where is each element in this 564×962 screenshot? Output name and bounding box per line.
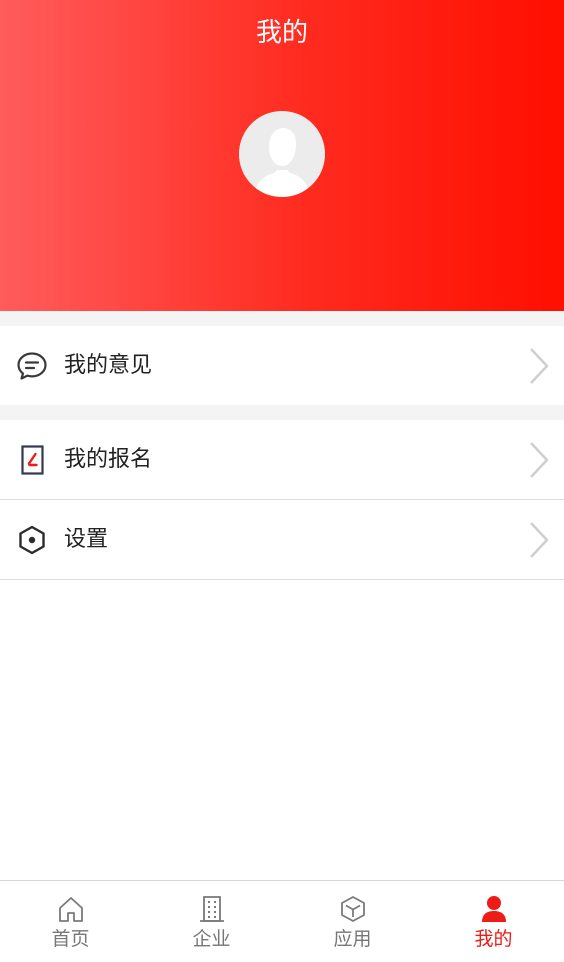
page-title: 我的 (255, 18, 308, 48)
chevron-right-icon (530, 521, 549, 558)
signup-form-icon (16, 444, 48, 476)
menu-item-label: 我的报名 (64, 446, 153, 472)
tab-home[interactable]: 首页 (0, 881, 141, 962)
profile-header: 我的 (0, 0, 564, 311)
user-icon (478, 893, 510, 925)
menu-item-signup[interactable]: 我的报名 (0, 420, 564, 500)
menu-item-feedback[interactable]: 我的意见 (0, 326, 564, 405)
comment-icon (16, 350, 48, 382)
menu-item-settings[interactable]: 设置 (0, 500, 564, 580)
chevron-right-icon (530, 441, 549, 478)
tab-label: 应用 (333, 928, 372, 950)
chevron-right-icon (530, 347, 549, 384)
avatar[interactable] (239, 111, 325, 197)
menu-item-label: 设置 (64, 526, 109, 552)
section-divider (0, 311, 564, 326)
tab-label: 我的 (474, 928, 513, 950)
menu-item-label: 我的意见 (64, 352, 153, 378)
tab-label: 首页 (51, 928, 90, 950)
default-user-avatar-icon (239, 111, 325, 197)
profile-page: 我的 我的意见 我的报名 设置 首页 企业 应用 我的 (0, 0, 564, 962)
cube-icon (337, 893, 369, 925)
hexagon-settings-icon (16, 524, 48, 556)
bottom-tab-bar: 首页 企业 应用 我的 (0, 880, 564, 962)
tab-label: 企业 (192, 928, 231, 950)
section-divider (0, 405, 564, 420)
tab-mine[interactable]: 我的 (423, 881, 564, 962)
building-icon (196, 893, 228, 925)
tab-enterprise[interactable]: 企业 (141, 881, 282, 962)
home-icon (55, 893, 87, 925)
tab-apps[interactable]: 应用 (282, 881, 423, 962)
